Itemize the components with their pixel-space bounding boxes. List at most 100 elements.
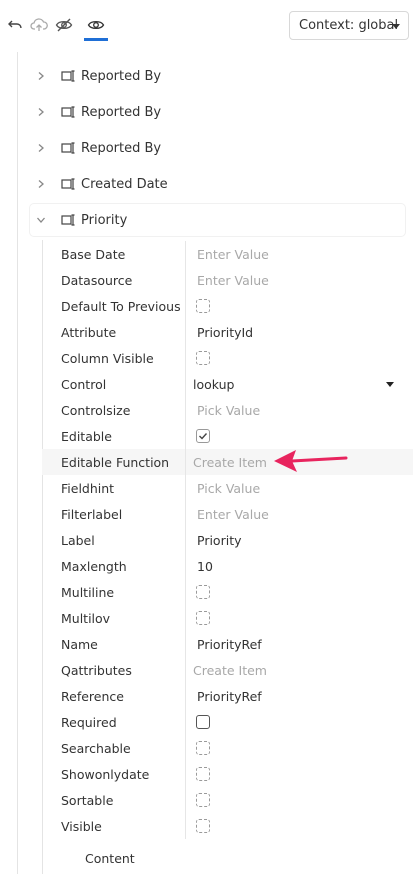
checkbox[interactable]	[196, 793, 210, 807]
tree-node-label: Priority	[81, 212, 128, 228]
property-row: Controlsize Pick Value	[42, 397, 413, 423]
property-row: Reference PriorityRef	[42, 683, 413, 709]
property-value[interactable]: 10	[197, 559, 213, 574]
column-divider	[185, 319, 186, 345]
property-row: Datasource Enter Value	[42, 267, 413, 293]
property-label: Qattributes	[61, 663, 132, 678]
property-value[interactable]: Pick Value	[197, 403, 260, 418]
column-divider	[185, 683, 186, 709]
property-label: Base Date	[61, 247, 126, 262]
column-divider	[185, 605, 186, 631]
column-divider	[185, 501, 186, 527]
property-label: Controlsize	[61, 403, 131, 418]
property-row: Qattributes Create Item	[42, 657, 413, 683]
column-divider	[185, 761, 186, 787]
tree-node-label: Created Date	[81, 176, 168, 192]
property-value[interactable]: Enter Value	[197, 507, 269, 522]
column-divider	[185, 345, 186, 371]
undo-icon[interactable]	[6, 16, 24, 34]
dropdown-value[interactable]: lookup	[193, 377, 234, 392]
property-value[interactable]: Pick Value	[197, 481, 260, 496]
property-label: Datasource	[61, 273, 133, 288]
field-icon	[60, 211, 78, 229]
column-divider	[185, 449, 186, 475]
property-row: Default To Previous	[42, 293, 413, 319]
property-value[interactable]: PriorityRef	[197, 637, 262, 652]
tree-node-label: Reported By	[81, 140, 162, 156]
field-icon	[60, 67, 78, 85]
property-label: Editable Function	[61, 455, 170, 470]
column-divider	[185, 371, 186, 397]
property-label: Multiline	[61, 585, 115, 600]
property-value[interactable]: Priority	[197, 533, 242, 548]
property-row: Editable	[42, 423, 413, 449]
property-label: Filterlabel	[61, 507, 123, 522]
checkbox[interactable]	[196, 819, 210, 833]
active-view-indicator	[84, 38, 108, 41]
tree-node[interactable]: Reported By	[30, 132, 405, 164]
checkbox[interactable]	[196, 611, 210, 625]
field-icon	[60, 103, 78, 121]
property-value[interactable]: Create Item	[193, 455, 267, 470]
property-label: Sortable	[61, 793, 114, 808]
context-select[interactable]: Context: global	[289, 11, 409, 40]
property-label: Visible	[61, 819, 102, 834]
property-value[interactable]: Create Item	[193, 663, 267, 678]
eye-icon[interactable]	[87, 16, 105, 34]
property-row: Required	[42, 709, 413, 735]
property-value[interactable]: Enter Value	[197, 247, 269, 262]
caret-down-icon	[392, 24, 400, 29]
context-select-label: Context: global	[299, 18, 399, 33]
column-divider	[185, 423, 186, 449]
content-node-label[interactable]: Content	[85, 851, 135, 866]
tree-guide-line	[17, 52, 18, 874]
checkbox[interactable]	[196, 299, 210, 313]
property-row: Name PriorityRef	[42, 631, 413, 657]
checkbox[interactable]	[196, 741, 210, 755]
property-label: Default To Previous	[61, 299, 181, 314]
tree-node[interactable]: Reported By	[30, 60, 405, 92]
property-row: Searchable	[42, 735, 413, 761]
column-divider	[185, 813, 186, 839]
property-label: Showonlydate	[61, 767, 150, 782]
property-row: Maxlength 10	[42, 553, 413, 579]
chevron-right-icon[interactable]	[30, 132, 52, 164]
chevron-right-icon[interactable]	[30, 60, 52, 92]
tree-node[interactable]: Reported By	[30, 96, 405, 128]
property-label: Maxlength	[61, 559, 127, 574]
tree-node-label: Reported By	[81, 68, 162, 84]
checkbox[interactable]	[196, 767, 210, 781]
property-label: Control	[61, 377, 107, 392]
property-value[interactable]: Enter Value	[197, 273, 269, 288]
tree-node[interactable]: Priority	[30, 204, 405, 236]
caret-down-icon[interactable]	[386, 382, 394, 387]
column-divider	[185, 397, 186, 423]
property-row: Attribute PriorityId	[42, 319, 413, 345]
property-label: Attribute	[61, 325, 117, 340]
eye-off-icon[interactable]	[55, 16, 73, 34]
checkbox[interactable]	[196, 585, 210, 599]
field-icon	[60, 139, 78, 157]
property-row: Filterlabel Enter Value	[42, 501, 413, 527]
property-row: Control lookup	[42, 371, 413, 397]
column-divider	[185, 787, 186, 813]
property-value[interactable]: PriorityRef	[197, 689, 262, 704]
cloud-upload-icon[interactable]	[30, 16, 48, 34]
annotation-arrow-icon	[274, 450, 348, 472]
property-label: Multilov	[61, 611, 111, 626]
chevron-right-icon[interactable]	[30, 96, 52, 128]
checkbox[interactable]	[196, 715, 210, 729]
property-row: Editable Function Create Item	[42, 449, 413, 475]
property-value[interactable]: PriorityId	[197, 325, 253, 340]
column-divider	[185, 709, 186, 735]
tree-node[interactable]: Created Date	[30, 168, 405, 200]
column-divider	[185, 579, 186, 605]
chevron-right-icon[interactable]	[30, 168, 52, 200]
field-icon	[60, 175, 78, 193]
checkbox-checked[interactable]	[196, 429, 210, 443]
checkbox[interactable]	[196, 351, 210, 365]
property-label: Fieldhint	[61, 481, 115, 496]
property-label: Label	[61, 533, 95, 548]
column-divider	[185, 267, 186, 293]
chevron-down-icon[interactable]	[30, 204, 52, 236]
